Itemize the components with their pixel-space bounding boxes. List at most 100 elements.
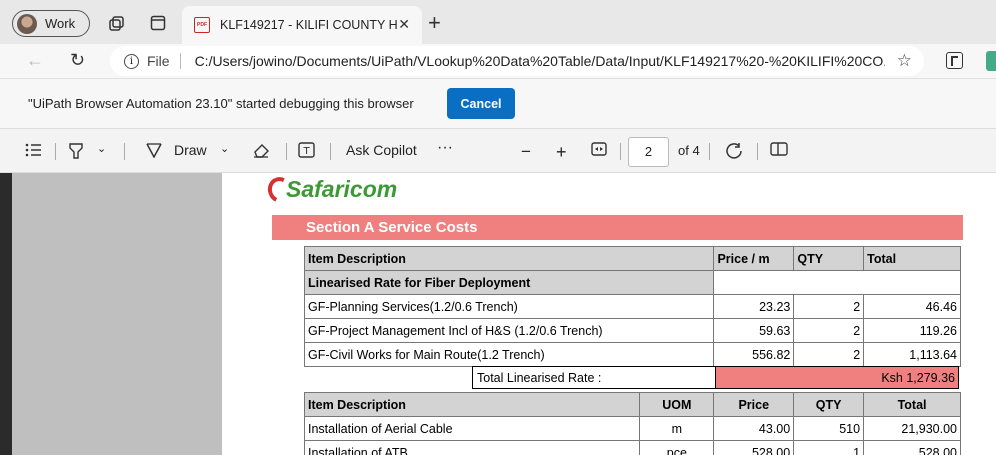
page-number-input[interactable]: 2 xyxy=(628,137,669,167)
total-row: Total Linearised Rate : Ksh 1,279.36 xyxy=(472,366,960,389)
column-header: Price xyxy=(713,392,795,417)
draw-icon xyxy=(146,143,162,158)
toolbar-divider xyxy=(709,143,710,160)
pdf-page: Safaricom Section A Service Costs Item D… xyxy=(222,173,996,455)
close-tab-icon[interactable]: ✕ xyxy=(398,16,410,33)
cell-total: 1,113.64 xyxy=(863,342,961,367)
contents-icon[interactable] xyxy=(25,143,42,157)
draw-chevron-down-icon[interactable]: ⌄ xyxy=(220,142,229,155)
draw-label: Draw xyxy=(174,142,207,158)
info-icon[interactable]: i xyxy=(124,53,139,69)
debugging-infobar: "UiPath Browser Automation 23.10" starte… xyxy=(0,78,996,128)
tab-actions-icon[interactable] xyxy=(148,13,168,33)
highlight-icon[interactable] xyxy=(68,142,84,160)
url-text[interactable]: C:/Users/jowino/Documents/UiPath/VLookup… xyxy=(195,53,885,69)
table-header-row: Item Description Price / m QTY Total xyxy=(303,246,961,271)
table-header-row: Item Description UOM Price QTY Total xyxy=(303,392,961,417)
fit-width-icon[interactable] xyxy=(591,142,607,156)
pdf-toolbar: ⌄ Draw ⌄ T Ask Copilot ··· − + 2 of 4 xyxy=(0,128,996,173)
cell-qty: 1 xyxy=(793,440,865,455)
profile-label: Work xyxy=(45,16,76,31)
cell-uom: pce xyxy=(639,440,715,455)
tab-title: KLF149217 - KILIFI COUNTY HOS xyxy=(220,18,398,32)
column-header: Total xyxy=(863,392,961,417)
column-header: UOM xyxy=(639,392,715,417)
cell-qty: 2 xyxy=(793,294,865,319)
extension-icon[interactable] xyxy=(946,52,963,69)
rotate-icon[interactable] xyxy=(725,142,743,160)
table-row: Installation of Aerial Cable m 43.00 510… xyxy=(303,416,961,441)
section-header: Section A Service Costs xyxy=(272,215,963,240)
more-options-icon[interactable]: ··· xyxy=(437,139,453,157)
profile-button[interactable]: Work xyxy=(12,10,90,37)
cell-total: 21,930.00 xyxy=(863,416,961,441)
address-bar-row: ← ↻ i File C:/Users/jowino/Documents/UiP… xyxy=(0,44,996,78)
cell-total: 119.26 xyxy=(863,318,961,343)
column-header: Total xyxy=(863,246,961,271)
cell-qty: 2 xyxy=(793,342,865,367)
services-table: Item Description UOM Price QTY Total Ins… xyxy=(303,392,961,455)
group-row: Linearised Rate for Fiber Deployment xyxy=(303,270,961,295)
table-row: Installation of ATB pce 528.00 1 528.00 xyxy=(303,440,961,455)
cell-price: 43.00 xyxy=(713,416,795,441)
toolbar-divider xyxy=(55,143,56,160)
zoom-out-button[interactable]: − xyxy=(521,142,531,162)
workspaces-icon[interactable] xyxy=(106,13,126,33)
group-label: Linearised Rate for Fiber Deployment xyxy=(303,270,715,295)
zoom-in-button[interactable]: + xyxy=(556,142,567,163)
infobar-message: "UiPath Browser Automation 23.10" starte… xyxy=(28,96,414,111)
cell-qty: 2 xyxy=(793,318,865,343)
cell-total: 46.46 xyxy=(863,294,961,319)
new-tab-icon[interactable]: + xyxy=(428,10,441,36)
column-header: Item Description xyxy=(303,246,715,271)
total-value: Ksh 1,279.36 xyxy=(714,366,960,389)
ask-copilot-button[interactable]: Ask Copilot xyxy=(346,142,417,158)
tab-active[interactable]: PDF KLF149217 - KILIFI COUNTY HOS ✕ xyxy=(182,6,422,44)
cell-price: 23.23 xyxy=(713,294,795,319)
table-row: GF-Planning Services(1.2/0.6 Trench) 23.… xyxy=(303,294,961,319)
cell-price: 59.63 xyxy=(713,318,795,343)
cell-price: 528.00 xyxy=(713,440,795,455)
toolbar-divider xyxy=(124,143,125,160)
total-row-table: Total Linearised Rate : Ksh 1,279.36 xyxy=(472,366,960,389)
table-row: GF-Civil Works for Main Route(1.2 Trench… xyxy=(303,342,961,367)
page-count: of 4 xyxy=(678,143,700,158)
tab-strip: Work PDF KLF149217 - KILIFI COUNTY HOS ✕… xyxy=(0,0,996,44)
favorite-star-icon[interactable]: ☆ xyxy=(897,51,912,71)
cell-qty: 510 xyxy=(793,416,865,441)
highlight-chevron-down-icon[interactable]: ⌄ xyxy=(97,142,106,155)
toolbar-divider xyxy=(620,143,621,160)
cell-description: GF-Civil Works for Main Route(1.2 Trench… xyxy=(303,342,715,367)
extension-icon-2[interactable] xyxy=(986,51,996,71)
thumbnail-panel[interactable] xyxy=(12,173,222,455)
column-header: QTY xyxy=(793,246,865,271)
section-title: Section A Service Costs xyxy=(306,219,478,236)
cell-description: Installation of Aerial Cable xyxy=(303,416,641,441)
safaricom-logo: Safaricom xyxy=(264,173,397,207)
address-bar[interactable]: i File C:/Users/jowino/Documents/UiPath/… xyxy=(110,46,924,76)
refresh-icon[interactable]: ↻ xyxy=(70,50,85,71)
cell-total: 528.00 xyxy=(863,440,961,455)
file-label: File xyxy=(147,53,170,69)
page-view-icon[interactable] xyxy=(770,142,788,156)
cell-price: 556.82 xyxy=(713,342,795,367)
cell-uom: m xyxy=(639,416,715,441)
cancel-button[interactable]: Cancel xyxy=(447,88,515,119)
cell-description: GF-Project Management Incl of H&S (1.2/0… xyxy=(303,318,715,343)
toolbar-divider xyxy=(757,143,758,160)
cell-description: GF-Planning Services(1.2/0.6 Trench) xyxy=(303,294,715,319)
toolbar-divider xyxy=(286,143,287,160)
draw-button[interactable]: Draw xyxy=(146,142,207,158)
pdf-icon: PDF xyxy=(194,17,210,33)
cell-description: Installation of ATB xyxy=(303,440,641,455)
text-box-icon[interactable]: T xyxy=(298,142,315,158)
back-icon[interactable]: ← xyxy=(26,50,44,71)
linearised-rate-table: Item Description Price / m QTY Total Lin… xyxy=(303,246,961,367)
divider xyxy=(179,53,181,69)
table-row: GF-Project Management Incl of H&S (1.2/0… xyxy=(303,318,961,343)
column-header: QTY xyxy=(793,392,865,417)
column-header: Price / m xyxy=(713,246,795,271)
eraser-icon[interactable] xyxy=(252,142,270,158)
svg-text:T: T xyxy=(302,146,310,157)
column-header: Item Description xyxy=(303,392,641,417)
